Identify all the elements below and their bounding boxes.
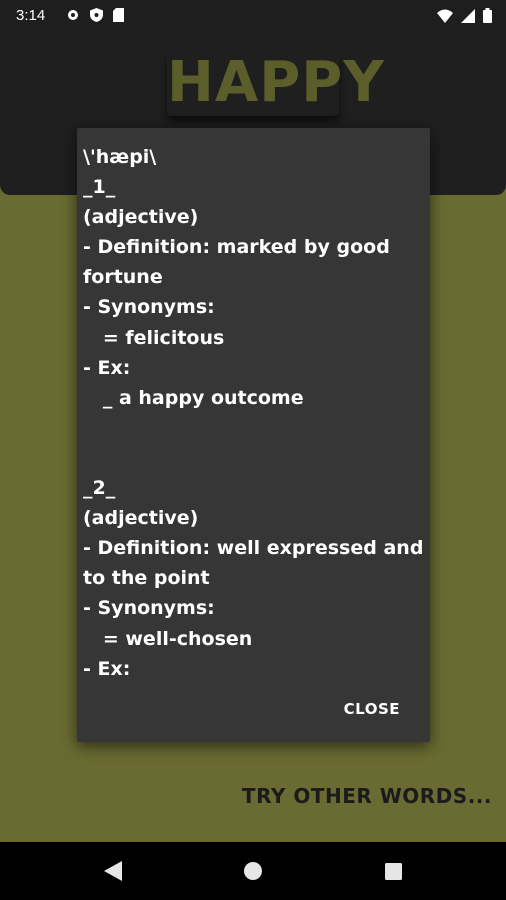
- title-card: HAPPY: [167, 50, 385, 116]
- status-bar: 3:14: [0, 0, 506, 30]
- shield-icon: [90, 8, 103, 22]
- recents-icon: [384, 862, 402, 880]
- close-button[interactable]: CLOSE: [344, 700, 400, 718]
- status-right-icons: [437, 8, 492, 23]
- gear-icon: [68, 10, 78, 20]
- status-time: 3:14: [16, 7, 46, 24]
- signal-icon: [461, 8, 475, 23]
- battery-icon: [483, 8, 492, 23]
- word-title: HAPPY: [167, 50, 385, 115]
- recents-button[interactable]: [363, 842, 423, 900]
- back-button[interactable]: [83, 842, 143, 900]
- try-other-words-button[interactable]: TRY OTHER WORDS...: [242, 784, 492, 808]
- back-icon: [104, 861, 122, 881]
- definition-text: \'hæpi\ _1_ (adjective) - Definition: ma…: [83, 146, 424, 680]
- wifi-icon: [437, 9, 453, 23]
- navigation-bar: [0, 842, 506, 900]
- home-button[interactable]: [223, 842, 283, 900]
- sd-card-icon: [113, 8, 124, 22]
- definition-dialog: \'hæpi\ _1_ (adjective) - Definition: ma…: [77, 128, 430, 742]
- home-icon: [244, 862, 262, 880]
- status-left-icons: [66, 8, 124, 22]
